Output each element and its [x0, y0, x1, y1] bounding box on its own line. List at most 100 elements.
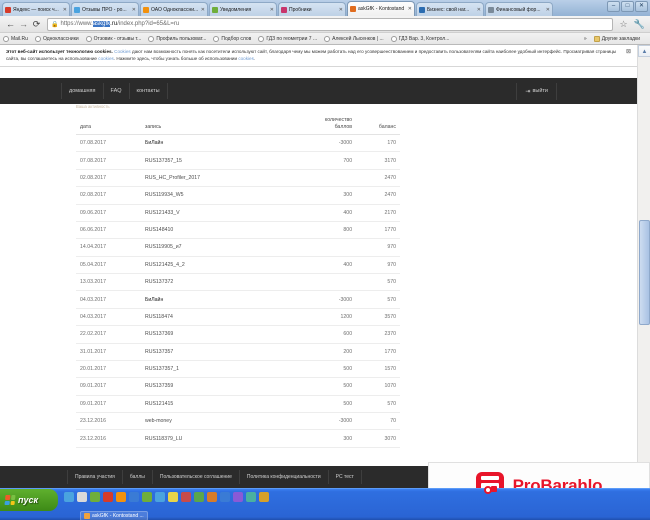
maximize-button[interactable]: □ — [621, 1, 634, 12]
cell-record: RUS119934_W5 — [145, 187, 291, 204]
bookmark-item[interactable]: Одноклассники — [35, 36, 79, 42]
bookmark-item[interactable]: ГДЗ по геометрии 7 ... — [258, 36, 317, 42]
cell-points: 700 — [291, 152, 356, 169]
table-row: 05.04.2017RUS121425_4_2400970 — [76, 256, 400, 273]
star-icon[interactable]: ☆ — [617, 18, 630, 31]
browser-tab-2[interactable]: ОАО Одноклассни... ✕ — [140, 2, 208, 16]
tray-icon[interactable] — [77, 492, 87, 502]
footer-link-privacy-policy[interactable]: Политика конфиденциальности — [239, 470, 329, 484]
site-navigation: домашняя FAQ контакты ⇥ выйти — [0, 78, 637, 104]
tray-icon[interactable] — [194, 492, 204, 502]
tab-close-icon[interactable]: ✕ — [546, 7, 550, 13]
windows-logo-icon — [4, 495, 15, 505]
browser-tab-6[interactable]: Бизнес: свой наг... ✕ — [416, 2, 484, 16]
footer-link-points[interactable]: баллы — [122, 470, 153, 484]
tab-close-icon[interactable]: ✕ — [63, 7, 67, 13]
tab-close-icon[interactable]: ✕ — [201, 7, 205, 13]
browser-tab-4[interactable]: Пробники ✕ — [278, 2, 346, 16]
back-arrow-icon[interactable]: ← — [4, 18, 17, 31]
tray-icon[interactable] — [168, 492, 178, 502]
close-button[interactable]: ✕ — [635, 1, 648, 12]
start-button[interactable]: пуск — [0, 489, 58, 511]
tray-icon[interactable] — [155, 492, 165, 502]
address-bar[interactable]: 🔒 https://www.askgfk.ru/index.php?id=65&… — [47, 18, 613, 31]
bookmarks-overflow-button[interactable]: » — [584, 36, 587, 42]
globe-icon — [213, 36, 219, 42]
logout-button[interactable]: ⇥ выйти — [516, 83, 557, 100]
tab-close-icon[interactable]: ✕ — [132, 7, 136, 13]
column-header-points: количество баллов — [291, 117, 356, 135]
cell-balance: 2370 — [356, 326, 400, 343]
nav-item-faq[interactable]: FAQ — [103, 83, 130, 99]
tray-icon[interactable] — [259, 492, 269, 502]
bookmark-item[interactable]: Mail.Ru — [3, 36, 28, 42]
reload-icon[interactable]: ⟳ — [30, 18, 43, 31]
browser-tab-1[interactable]: Отзывы ПРО - ро... ✕ — [71, 2, 139, 16]
overflow-chevron-icon: » — [584, 36, 587, 42]
tab-favicon — [488, 7, 494, 13]
forward-arrow-icon[interactable]: → — [17, 18, 30, 31]
browser-tab-5-active[interactable]: askGfK - Kontostand ✕ — [347, 1, 415, 16]
cell-date: 04.03.2017 — [76, 291, 145, 308]
browser-tab-7[interactable]: Финансовый фор... ✕ — [485, 2, 553, 16]
nav-item-home[interactable]: домашняя — [61, 83, 104, 99]
tab-close-icon[interactable]: ✕ — [408, 6, 412, 12]
bookmark-item[interactable]: Подбор слов — [213, 36, 251, 42]
cell-balance: 570 — [356, 395, 400, 412]
url-domain-selected: askgfk — [93, 21, 110, 27]
tray-icon[interactable] — [233, 492, 243, 502]
nav-item-contacts[interactable]: контакты — [129, 83, 168, 99]
close-icon[interactable]: ⊠ — [625, 49, 632, 56]
page-scrollbar[interactable]: ▲ ▼ — [637, 45, 650, 488]
bookmark-item[interactable]: Алексей Лысенков | ... — [324, 36, 384, 42]
cell-points: -3000 — [291, 413, 356, 430]
cell-date: 09.01.2017 — [76, 378, 145, 395]
browser-tab-3[interactable]: Уведомления ✕ — [209, 2, 277, 16]
table-row: 07.08.2017БиЛайн-3000170 — [76, 135, 400, 152]
taskbar-window-button[interactable]: askGfK - Kontostand ... — [80, 511, 148, 520]
tray-icon[interactable] — [207, 492, 217, 502]
tray-icon[interactable] — [220, 492, 230, 502]
globe-icon — [3, 36, 9, 42]
scroll-up-arrow-icon[interactable]: ▲ — [638, 45, 650, 57]
browser-tab-0[interactable]: Яндекс — поиск ч... ✕ — [2, 2, 70, 16]
cell-record: RUS137359 — [145, 378, 291, 395]
bookmark-item[interactable]: Профиль пользоват... — [148, 36, 206, 42]
tray-icon[interactable] — [142, 492, 152, 502]
bookmark-item[interactable]: ГДЗ Вар. 3, Контрол... — [391, 36, 450, 42]
scrollbar-thumb[interactable] — [639, 220, 650, 325]
cookie-link-1[interactable]: Cookies — [114, 49, 131, 54]
footer-link-rules[interactable]: Правила участия — [67, 470, 123, 484]
tray-icon[interactable] — [64, 492, 74, 502]
cell-record: RUS137372 — [145, 274, 291, 291]
wrench-menu-icon[interactable]: 🔧 — [633, 18, 646, 31]
cookie-banner-body-3: . — [254, 56, 255, 61]
cell-points — [291, 274, 356, 291]
tray-icon[interactable] — [103, 492, 113, 502]
cell-points — [291, 169, 356, 186]
tab-close-icon[interactable]: ✕ — [339, 7, 343, 13]
cell-points: 500 — [291, 360, 356, 377]
tab-close-icon[interactable]: ✕ — [477, 7, 481, 13]
tray-icon[interactable] — [181, 492, 191, 502]
cell-date: 07.08.2017 — [76, 152, 145, 169]
cell-date: 20.01.2017 — [76, 360, 145, 377]
tab-close-icon[interactable]: ✕ — [270, 7, 274, 13]
tray-icon[interactable] — [90, 492, 100, 502]
minimize-button[interactable]: – — [607, 1, 620, 12]
table-row: 07.08.2017RUS137357_157003170 — [76, 152, 400, 169]
cell-date: 09.06.2017 — [76, 204, 145, 221]
cell-balance: 570 — [356, 291, 400, 308]
tab-label: Бизнес: свой наг... — [427, 7, 476, 13]
tray-icon[interactable] — [246, 492, 256, 502]
taskbar-window-label: askGfK - Kontostand ... — [92, 513, 144, 519]
other-bookmarks-folder[interactable]: Другие закладки — [594, 36, 640, 42]
bookmark-item[interactable]: Отзовик - отзывы т... — [86, 36, 142, 42]
footer-link-pc-test[interactable]: PC тест — [328, 470, 362, 484]
footer-link-user-agreement[interactable]: Пользовательское соглашение — [152, 470, 240, 484]
tray-icon[interactable] — [116, 492, 126, 502]
browser-tab-strip: Яндекс — поиск ч... ✕ Отзывы ПРО - ро...… — [0, 0, 650, 16]
cookie-link-2[interactable]: cookies — [98, 56, 114, 61]
tray-icon[interactable] — [129, 492, 139, 502]
cookie-link-3[interactable]: cookies — [238, 56, 254, 61]
